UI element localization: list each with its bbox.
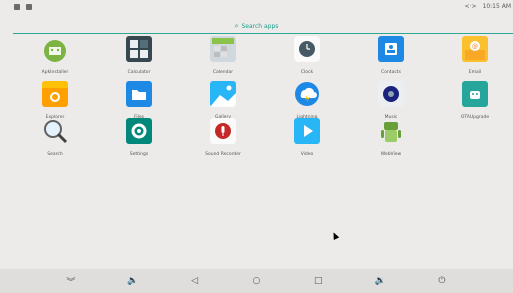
app-video[interactable]: Video [272, 118, 342, 162]
gallery-icon [210, 81, 236, 107]
lightning-icon [294, 81, 320, 107]
network-icon: <·> [464, 3, 477, 10]
status-right: <·> 10:15 AM [465, 3, 511, 10]
search-icon: ⌕ [234, 21, 239, 30]
email-icon: @ [462, 36, 488, 62]
app-label: Video [300, 152, 314, 157]
app-label: Email [468, 70, 482, 75]
gear-icon [126, 118, 152, 144]
app-clock[interactable]: Clock [272, 36, 342, 80]
explorer-icon [42, 81, 68, 107]
mouse-pointer-icon [330, 231, 340, 240]
app-otaupgrade[interactable]: OTAUpgrade [440, 81, 510, 125]
app-label: Clock [300, 70, 314, 75]
app-contacts[interactable]: Contacts [356, 36, 426, 80]
magnifier-icon [42, 118, 68, 144]
app-apkinstaller[interactable]: ApkInstaller [20, 36, 90, 80]
navigation-bar: ︾ 🔈 ◁ ○ □ 🔉 ⏻ [0, 269, 513, 293]
collapse-icon[interactable]: ︾ [64, 275, 78, 288]
app-label: OTAUpgrade [460, 115, 490, 120]
microphone-icon [210, 118, 236, 144]
app-email[interactable]: @ Email [440, 36, 510, 80]
svg-text:@: @ [472, 43, 478, 50]
app-webview[interactable]: WebView [356, 118, 426, 162]
app-label: Calendar [212, 70, 234, 75]
calendar-icon [210, 36, 236, 62]
search-bar[interactable]: ⌕ Search apps [0, 19, 513, 33]
notification-icons [14, 4, 32, 10]
app-label: Contacts [381, 70, 401, 75]
app-label: ApkInstaller [41, 70, 69, 75]
app-calculator[interactable]: Calculator [104, 36, 174, 80]
notification-icon-2 [26, 4, 32, 10]
clock-time: 10:15 AM [482, 3, 511, 10]
android-icon [42, 36, 68, 62]
play-icon [294, 118, 320, 144]
home-icon[interactable]: ○ [249, 276, 263, 286]
contacts-icon [378, 36, 404, 62]
android-webview-icon [378, 118, 404, 144]
volume-down-icon[interactable]: 🔈 [126, 276, 140, 286]
volume-up-icon[interactable]: 🔉 [373, 276, 387, 286]
app-calendar[interactable]: Calendar [188, 36, 258, 80]
calculator-icon [126, 36, 152, 62]
app-label: Calculator [127, 70, 151, 75]
app-sound-recorder[interactable]: Sound Recorder [188, 118, 258, 162]
search-label: Search apps [241, 22, 279, 30]
recents-icon[interactable]: □ [311, 276, 325, 286]
app-label: Sound Recorder [205, 152, 241, 157]
search-underline [13, 33, 513, 34]
notification-icon-1 [14, 4, 20, 10]
back-icon[interactable]: ◁ [188, 276, 202, 286]
files-icon [126, 81, 152, 107]
app-label: Search [47, 152, 63, 157]
clock-icon [294, 36, 320, 62]
app-label: WebView [380, 152, 402, 157]
power-icon[interactable]: ⏻ [435, 276, 449, 286]
app-label: Settings [129, 152, 149, 157]
music-icon [378, 81, 404, 107]
status-bar: <·> 10:15 AM [0, 0, 513, 17]
app-search[interactable]: Search [20, 118, 90, 162]
app-settings[interactable]: Settings [104, 118, 174, 162]
ota-upgrade-icon [462, 81, 488, 107]
